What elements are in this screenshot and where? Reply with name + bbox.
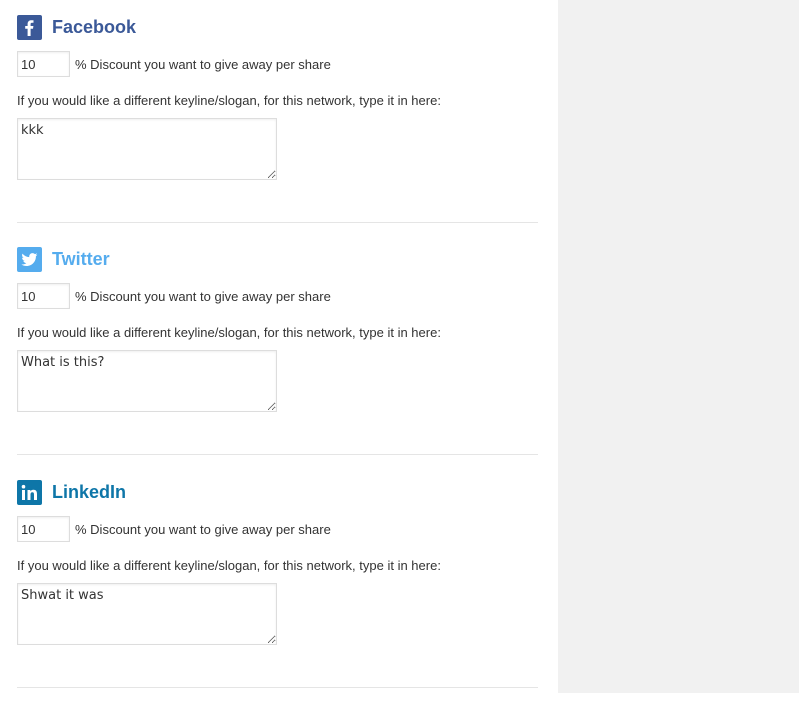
network-title: Twitter bbox=[52, 248, 110, 269]
twitter-icon bbox=[17, 246, 42, 272]
network-title: LinkedIn bbox=[52, 481, 127, 502]
settings-content: Facebook % Discount you want to give awa… bbox=[0, 0, 558, 693]
discount-label: % Discount you want to give away per sha… bbox=[75, 56, 331, 72]
network-header: LinkedIn bbox=[17, 477, 126, 507]
keyline-label: If you would like a different keyline/sl… bbox=[17, 325, 441, 340]
network-header: Twitter bbox=[17, 244, 110, 274]
section-divider bbox=[17, 454, 538, 455]
keyline-label: If you would like a different keyline/sl… bbox=[17, 93, 441, 108]
keyline-textarea[interactable]: Shwat it was bbox=[17, 583, 277, 645]
discount-input[interactable] bbox=[17, 516, 70, 542]
keyline-textarea[interactable]: What is this? bbox=[17, 350, 277, 412]
discount-label: % Discount you want to give away per sha… bbox=[75, 288, 331, 304]
network-section-twitter: Twitter % Discount you want to give away… bbox=[17, 244, 538, 476]
network-section-facebook: Facebook % Discount you want to give awa… bbox=[17, 12, 538, 244]
linkedin-icon bbox=[17, 479, 42, 505]
section-divider bbox=[17, 687, 538, 688]
right-sidebar bbox=[558, 0, 799, 693]
keyline-textarea[interactable]: kkk bbox=[17, 118, 277, 180]
keyline-label: If you would like a different keyline/sl… bbox=[17, 558, 441, 573]
section-divider bbox=[17, 222, 538, 223]
network-header: Facebook bbox=[17, 12, 136, 42]
facebook-icon bbox=[17, 14, 42, 40]
network-title: Facebook bbox=[52, 16, 137, 37]
discount-input[interactable] bbox=[17, 283, 70, 309]
discount-input[interactable] bbox=[17, 51, 70, 77]
discount-label: % Discount you want to give away per sha… bbox=[75, 521, 331, 537]
network-section-linkedin: LinkedIn % Discount you want to give awa… bbox=[17, 477, 538, 709]
